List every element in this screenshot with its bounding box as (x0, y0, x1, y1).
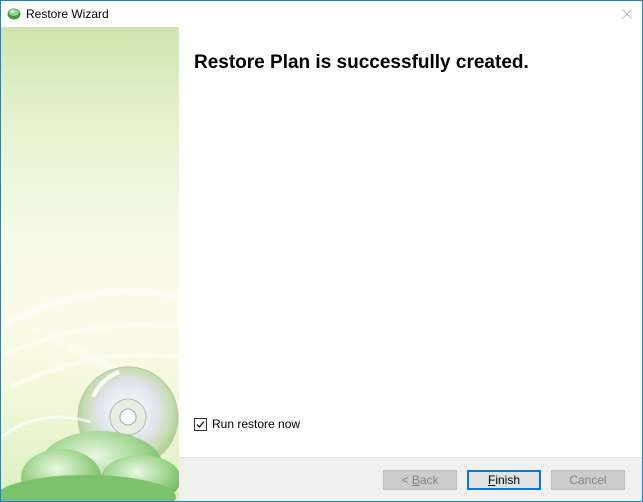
checkmark-icon (196, 420, 205, 428)
restore-globe-icon (7, 8, 21, 20)
cancel-button-label: Cancel (569, 473, 607, 487)
wizard-button-bar: < Back Finish Cancel (179, 457, 642, 501)
title-bar: Restore Wizard (1, 1, 642, 27)
run-restore-checkbox[interactable] (194, 417, 207, 431)
window-title: Restore Wizard (26, 7, 109, 21)
close-icon (622, 9, 632, 19)
finish-button-accel: F (487, 473, 496, 487)
run-restore-now-option[interactable]: Run restore now (194, 416, 300, 432)
wizard-side-banner (1, 27, 179, 501)
close-button[interactable] (612, 1, 642, 27)
back-button[interactable]: < Back (383, 470, 457, 490)
run-restore-label: Run restore now (212, 417, 301, 431)
restore-wizard-window: Restore Wizard Restore Plan is successfu… (0, 0, 643, 502)
wizard-content-area: Restore Plan is successfully created. Ru… (179, 27, 642, 457)
back-button-rest: ack (419, 473, 439, 487)
back-button-accel: B (411, 473, 420, 487)
page-heading: Restore Plan is successfully created. (194, 52, 529, 73)
disc-cloud-illustration (1, 288, 179, 501)
finish-button-rest: inish (495, 473, 521, 487)
back-button-prefix: < (401, 473, 412, 487)
cancel-button[interactable]: Cancel (551, 470, 625, 490)
finish-button[interactable]: Finish (467, 470, 541, 490)
